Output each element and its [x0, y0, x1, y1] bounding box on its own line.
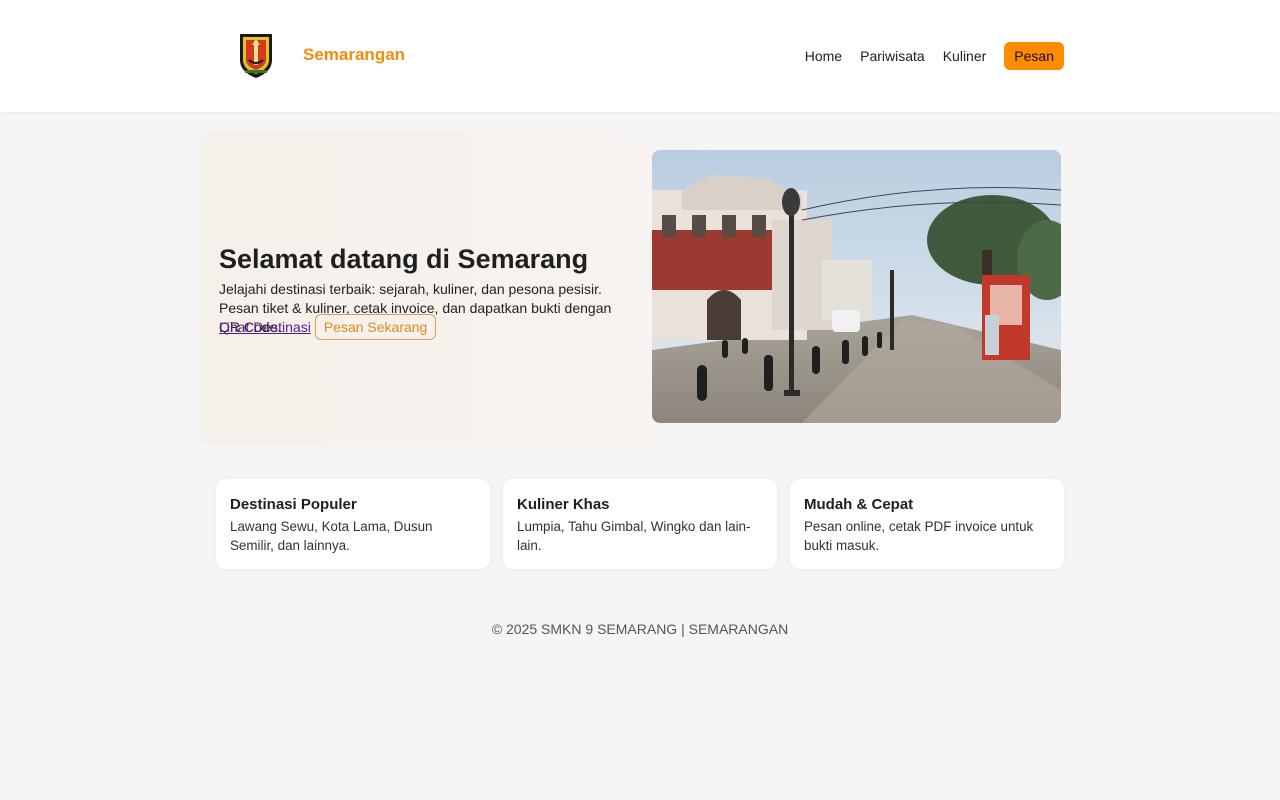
hero-actions: Lihat Destinasi Pesan Sekarang: [219, 314, 437, 340]
semarang-coat-of-arms-icon[interactable]: [236, 30, 276, 80]
card-text: Lawang Sewu, Kota Lama, Dusun Semilir, d…: [230, 519, 433, 553]
brand-name[interactable]: Semarangan: [303, 45, 405, 65]
card-destinasi-populer: Destinasi Populer Lawang Sewu, Kota Lama…: [216, 479, 490, 569]
card-text: Pesan online, cetak PDF invoice untuk bu…: [804, 519, 1034, 553]
site-header: Semarangan Home Pariwisata Kuliner Pesan: [0, 0, 1280, 112]
card-title: Kuliner Khas: [517, 496, 610, 513]
card-mudah-cepat: Mudah & Cepat Pesan online, cetak PDF in…: [790, 479, 1064, 569]
order-now-button[interactable]: Pesan Sekarang: [314, 314, 437, 340]
nav-pesan-button[interactable]: Pesan: [1004, 42, 1064, 70]
nav-home-link[interactable]: Home: [805, 48, 842, 64]
card-title: Mudah & Cepat: [804, 496, 914, 513]
main-nav: Home Pariwisata Kuliner Pesan: [787, 42, 1064, 70]
view-destinations-link[interactable]: Lihat Destinasi: [219, 319, 311, 335]
hero-photo-kota-lama: [652, 150, 1061, 423]
card-text: Lumpia, Tahu Gimbal, Wingko dan lain-lai…: [517, 519, 751, 553]
nav-kuliner-link[interactable]: Kuliner: [943, 48, 987, 64]
card-title: Destinasi Populer: [230, 496, 357, 513]
nav-pariwisata-link[interactable]: Pariwisata: [860, 48, 925, 64]
hero-title: Selamat datang di Semarang: [219, 244, 589, 274]
site-footer: © 2025 SMKN 9 SEMARANG | SEMARANGAN: [491, 621, 789, 637]
card-kuliner-khas: Kuliner Khas Lumpia, Tahu Gimbal, Wingko…: [503, 479, 777, 569]
feature-cards: Destinasi Populer Lawang Sewu, Kota Lama…: [216, 479, 1064, 569]
